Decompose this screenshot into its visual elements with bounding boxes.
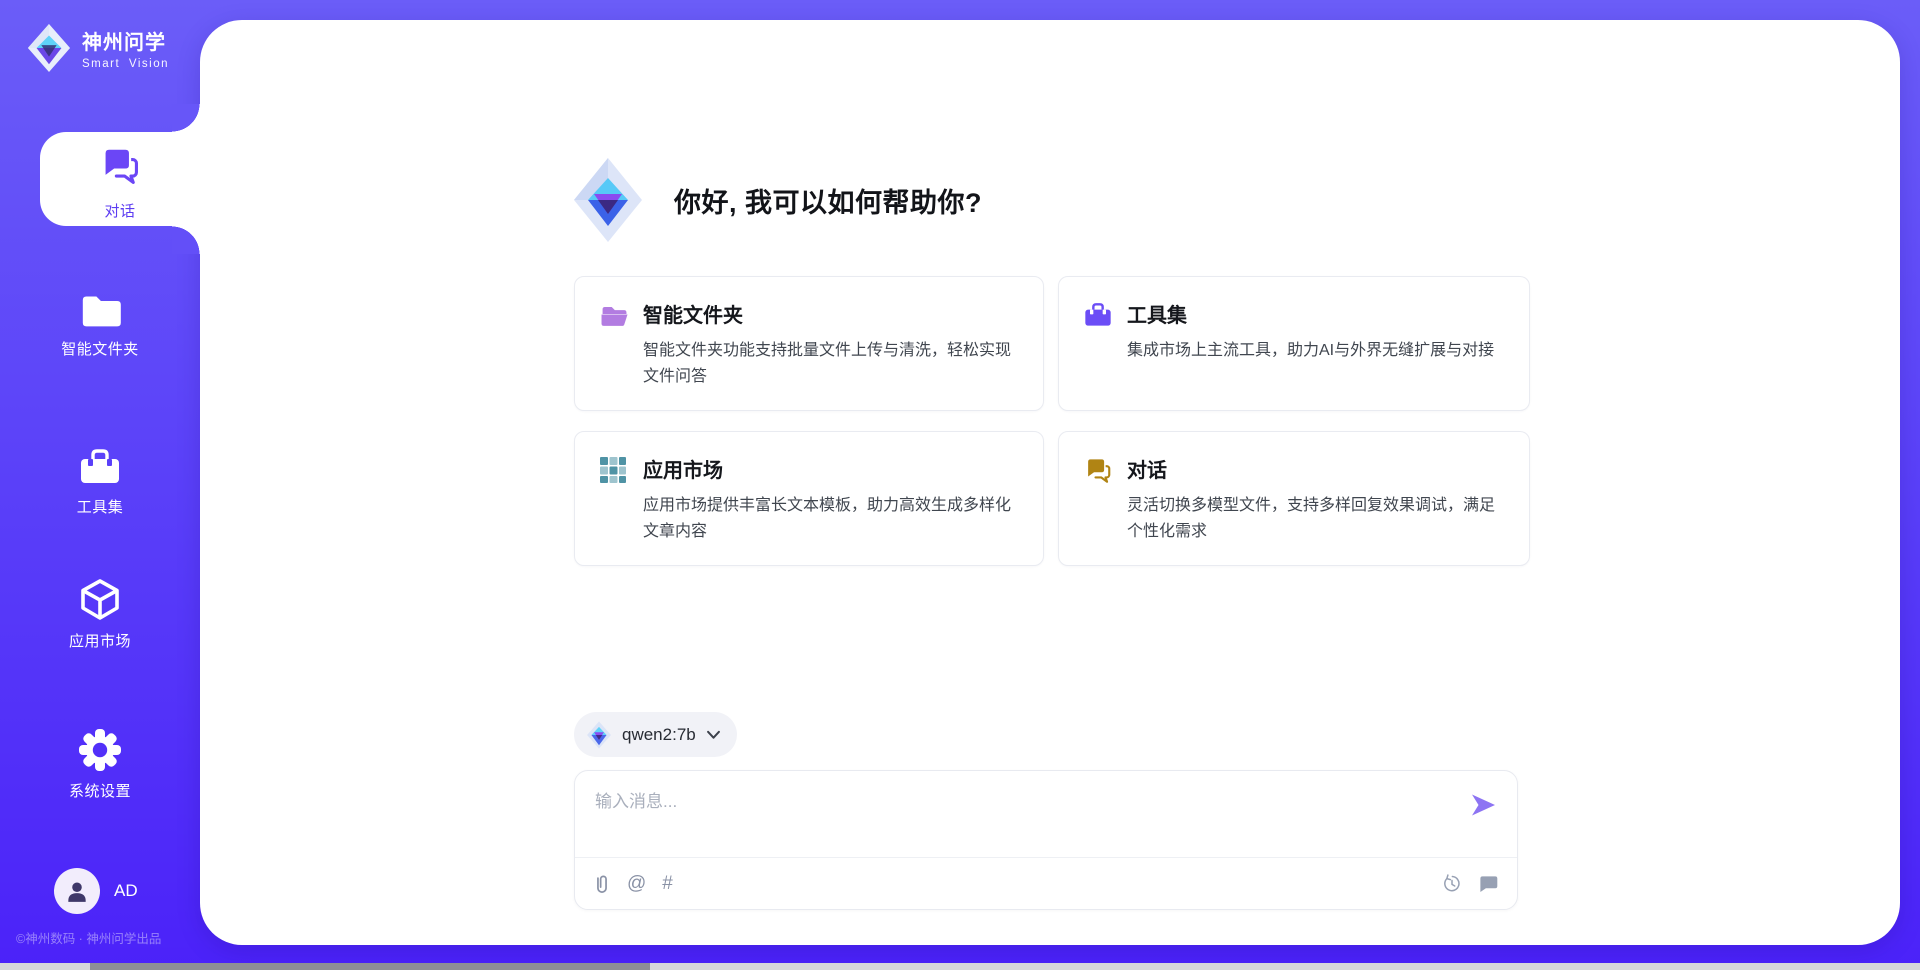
sidebar-item-chat[interactable]: 对话 xyxy=(40,132,200,226)
card-description: 智能文件夹功能支持批量文件上传与清洗，轻松实现文件问答 xyxy=(643,338,1017,390)
toolbox-icon xyxy=(78,446,122,488)
card-title: 智能文件夹 xyxy=(643,299,1017,328)
card-smart-folder[interactable]: 智能文件夹 智能文件夹功能支持批量文件上传与清洗，轻松实现文件问答 xyxy=(574,276,1044,411)
card-title: 工具集 xyxy=(1127,299,1494,328)
card-description: 集成市场上主流工具，助力AI与外界无缝扩展与对接 xyxy=(1127,338,1494,364)
card-description: 应用市场提供丰富长文本模板，助力高效生成多样化文章内容 xyxy=(643,493,1017,545)
sidebar-item-settings[interactable]: 系统设置 xyxy=(0,728,200,801)
message-composer: @ # xyxy=(574,770,1518,910)
composer-toolbar-right xyxy=(1427,873,1499,895)
sidebar-item-app-market[interactable]: 应用市场 xyxy=(0,578,200,651)
sidebar-item-label: 系统设置 xyxy=(0,780,200,801)
send-button[interactable] xyxy=(1469,791,1497,819)
sidebar-item-label: 对话 xyxy=(40,200,200,221)
brand-name: 神州问学 xyxy=(82,26,169,55)
active-tab-notch-bottom xyxy=(172,226,200,254)
assistant-logo-icon xyxy=(572,156,644,244)
composer-toolbar: @ # xyxy=(575,858,1517,909)
sidebar-item-label: 应用市场 xyxy=(0,630,200,651)
card-app-market[interactable]: 应用市场 应用市场提供丰富长文本模板，助力高效生成多样化文章内容 xyxy=(574,431,1044,566)
brand-logo: 神州问学 Smart Vision xyxy=(26,22,169,74)
grid-icon xyxy=(599,454,643,545)
folder-open-icon xyxy=(599,299,643,390)
greeting-text: 你好, 我可以如何帮助你? xyxy=(674,181,982,220)
message-icon[interactable] xyxy=(1477,873,1499,895)
history-icon[interactable] xyxy=(1441,873,1463,895)
card-body: 对话 灵活切换多模型文件，支持多样回复效果调试，满足个性化需求 xyxy=(1127,454,1503,545)
sidebar-item-label: 智能文件夹 xyxy=(0,338,200,359)
horizontal-scrollbar[interactable] xyxy=(0,963,1920,970)
scrollbar-thumb[interactable] xyxy=(90,963,650,970)
sidebar-item-smart-folder[interactable]: 智能文件夹 xyxy=(0,292,200,359)
card-title: 对话 xyxy=(1127,454,1503,483)
gear-icon xyxy=(78,728,122,772)
person-icon xyxy=(64,878,90,904)
send-icon xyxy=(1469,791,1497,819)
mention-icon[interactable]: @ xyxy=(627,874,646,893)
active-tab-notch-top xyxy=(172,104,200,132)
hash-icon[interactable]: # xyxy=(662,874,673,893)
sidebar-item-label: 工具集 xyxy=(0,496,200,517)
chat-bubbles-icon xyxy=(98,145,142,187)
toolbox-icon xyxy=(1083,299,1127,390)
user-name: AD xyxy=(114,881,138,901)
avatar xyxy=(54,868,100,914)
chat-bubbles-icon xyxy=(1083,454,1127,545)
message-input[interactable] xyxy=(575,771,1517,857)
card-title: 应用市场 xyxy=(643,454,1017,483)
card-body: 智能文件夹 智能文件夹功能支持批量文件上传与清洗，轻松实现文件问答 xyxy=(643,299,1017,390)
paperclip-icon[interactable] xyxy=(593,873,611,895)
folder-icon xyxy=(78,292,122,330)
sidebar-footer-text: ©神州数码 · 神州问学出品 xyxy=(16,928,161,947)
model-name: qwen2:7b xyxy=(622,725,696,745)
card-body: 应用市场 应用市场提供丰富长文本模板，助力高效生成多样化文章内容 xyxy=(643,454,1017,545)
feature-cards-grid: 智能文件夹 智能文件夹功能支持批量文件上传与清洗，轻松实现文件问答 工具集 集成… xyxy=(574,276,1530,566)
cube-icon xyxy=(78,578,122,622)
card-toolset[interactable]: 工具集 集成市场上主流工具，助力AI与外界无缝扩展与对接 xyxy=(1058,276,1530,411)
card-body: 工具集 集成市场上主流工具，助力AI与外界无缝扩展与对接 xyxy=(1127,299,1494,390)
card-description: 灵活切换多模型文件，支持多样回复效果调试，满足个性化需求 xyxy=(1127,493,1503,545)
brand-subtitle: Smart Vision xyxy=(82,58,169,70)
card-chat[interactable]: 对话 灵活切换多模型文件，支持多样回复效果调试，满足个性化需求 xyxy=(1058,431,1530,566)
chevron-down-icon xyxy=(706,730,721,740)
model-logo-icon xyxy=(586,720,612,750)
model-selector[interactable]: qwen2:7b xyxy=(574,712,737,757)
brand-diamond-icon xyxy=(26,22,72,74)
user-profile[interactable]: AD xyxy=(54,868,138,914)
greeting-row: 你好, 我可以如何帮助你? xyxy=(572,156,982,244)
sidebar-item-toolset[interactable]: 工具集 xyxy=(0,446,200,517)
